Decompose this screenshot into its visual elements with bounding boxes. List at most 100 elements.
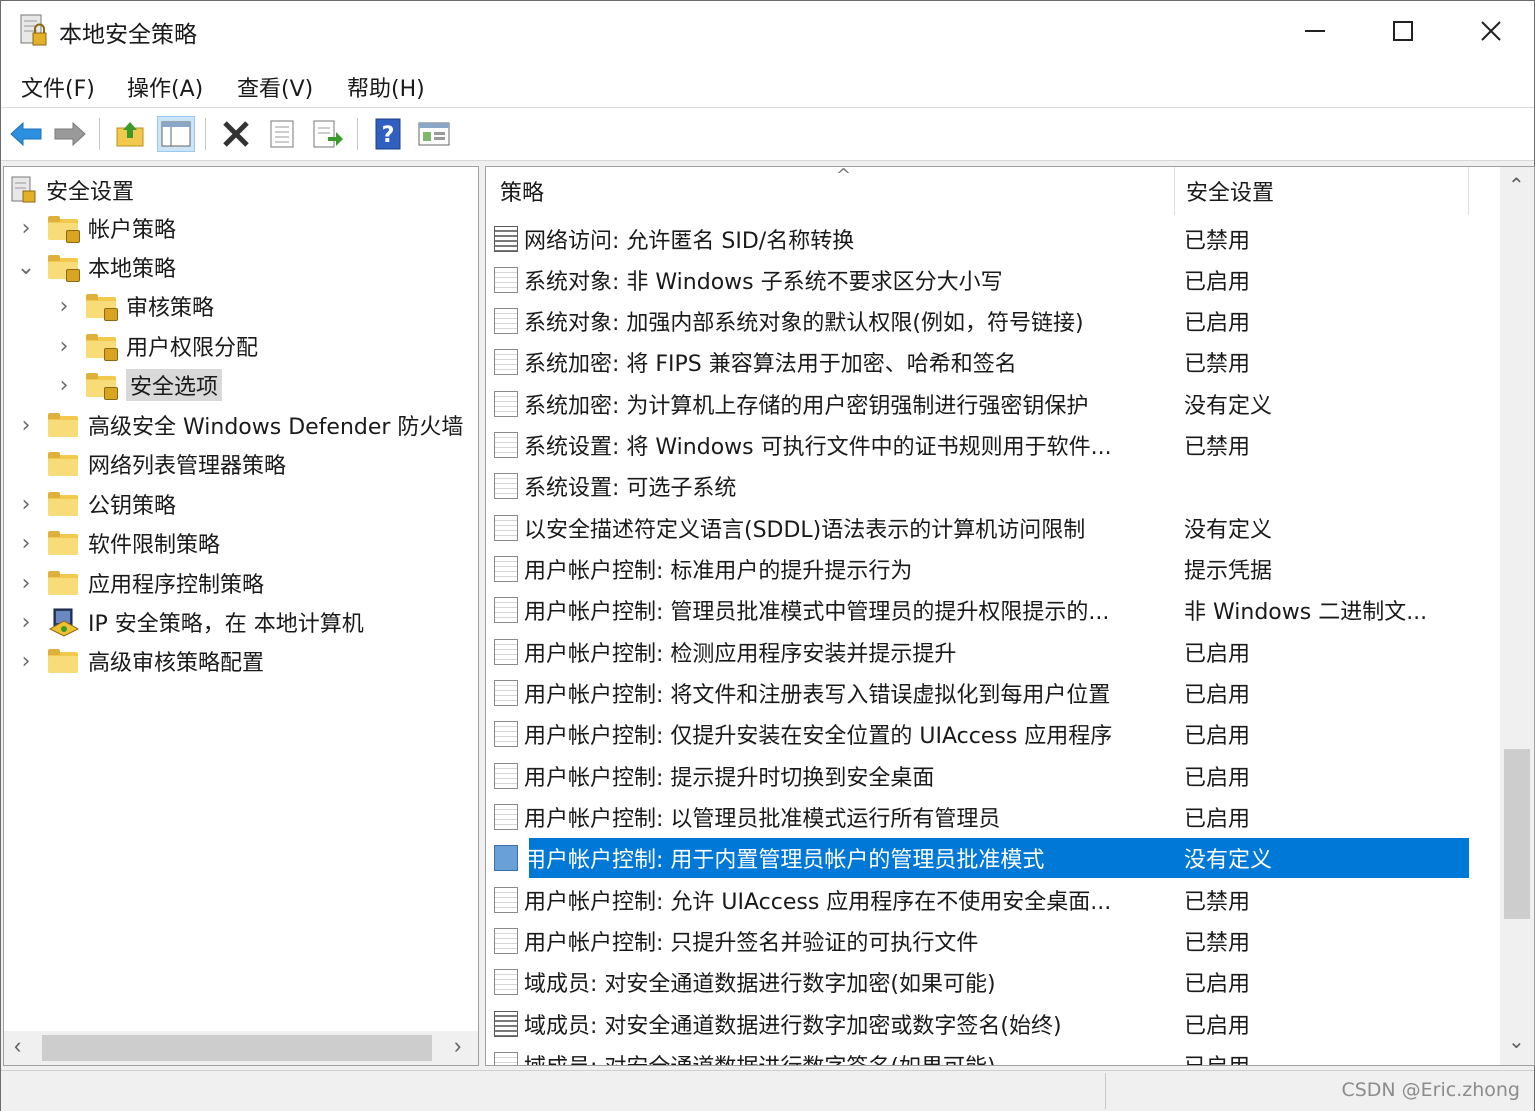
tree-item-security-options[interactable]: › 安全选项	[52, 366, 223, 404]
table-row[interactable]: 用户帐户控制: 管理员批准模式中管理员的提升权限提示的... 非 Windows …	[494, 590, 1469, 630]
tree-label: 高级安全 Windows Defender 防火墙	[88, 415, 464, 440]
policy-icon	[494, 928, 518, 954]
help-icon[interactable]: ?	[369, 116, 407, 152]
policy-icon	[494, 969, 518, 995]
status-bar: CSDN @Eric.zhong	[1, 1070, 1534, 1111]
chevron-right-icon[interactable]: ›	[14, 413, 38, 438]
chevron-right-icon[interactable]: ›	[14, 610, 38, 635]
menu-action[interactable]: 操作(A)	[125, 69, 205, 105]
chevron-right-icon[interactable]: ›	[52, 334, 76, 359]
table-row[interactable]: 用户帐户控制: 检测应用程序安装并提示提升 已启用	[494, 632, 1469, 672]
tree-root-security-settings[interactable]: 安全设置	[10, 171, 134, 209]
close-button[interactable]	[1447, 1, 1535, 61]
policy-icon	[494, 432, 518, 458]
chevron-right-icon[interactable]: ›	[52, 373, 76, 398]
column-divider[interactable]	[1468, 167, 1469, 215]
up-folder-icon[interactable]	[111, 116, 149, 152]
policy-icon	[494, 887, 518, 913]
scroll-up-arrow-icon[interactable]: ⌃	[1508, 173, 1525, 198]
minimize-button[interactable]	[1271, 1, 1359, 61]
security-policy-app-icon	[19, 13, 49, 49]
tree-item-advanced-audit-policy[interactable]: › 高级审核策略配置	[14, 642, 264, 680]
table-row[interactable]: 系统对象: 非 Windows 子系统不要求区分大小写 已启用	[494, 260, 1469, 300]
ip-security-icon	[48, 608, 80, 637]
scroll-left-arrow-icon[interactable]: ‹	[14, 1033, 21, 1059]
table-row[interactable]: 系统对象: 加强内部系统对象的默认权限(例如，符号链接) 已启用	[494, 301, 1469, 341]
tree-item-software-restriction[interactable]: › 软件限制策略	[14, 524, 220, 562]
scrollbar-thumb[interactable]	[42, 1035, 432, 1061]
table-row[interactable]: 用户帐户控制: 标准用户的提升提示行为 提示凭据	[494, 549, 1469, 589]
table-row-selected[interactable]: 用户帐户控制: 用于内置管理员帐户的管理员批准模式 没有定义	[494, 838, 1469, 878]
table-row[interactable]: 域成员: 对安全通道数据进行数字签名(如果可能)已启用	[494, 1045, 1469, 1065]
scrollbar-thumb[interactable]	[1504, 749, 1530, 919]
table-row[interactable]: 系统设置: 将 Windows 可执行文件中的证书规则用于软件... 已禁用	[494, 425, 1469, 465]
tree-horizontal-scrollbar[interactable]: ‹ ›	[4, 1031, 478, 1065]
column-header-setting[interactable]: 安全设置	[1186, 167, 1466, 215]
menu-view[interactable]: 查看(V)	[235, 69, 315, 105]
sort-ascending-icon: ^	[836, 166, 852, 186]
table-row[interactable]: 用户帐户控制: 提示提升时切换到安全桌面 已启用	[494, 756, 1469, 796]
chevron-down-icon[interactable]: ⌄	[14, 255, 38, 280]
tree-label: 本地策略	[88, 257, 177, 282]
table-row[interactable]: 系统加密: 将 FIPS 兼容算法用于加密、哈希和签名 已禁用	[494, 342, 1469, 382]
status-divider	[1105, 1073, 1106, 1109]
list-vertical-scrollbar[interactable]: ⌃ ⌄	[1500, 167, 1534, 1065]
folder-icon	[48, 531, 78, 555]
table-row[interactable]: 用户帐户控制: 以管理员批准模式运行所有管理员 已启用	[494, 797, 1469, 837]
tree-label: 安全设置	[46, 180, 135, 205]
tree-item-user-rights-assignment[interactable]: › 用户权限分配	[52, 327, 258, 365]
toolbar-separator	[99, 118, 100, 150]
export-list-icon[interactable]	[309, 116, 347, 152]
watermark: CSDN @Eric.zhong	[1341, 1079, 1520, 1101]
tree-item-ip-security-policies[interactable]: › IP 安全策略，在 本地计算机	[14, 603, 364, 641]
table-row[interactable]: 用户帐户控制: 将文件和注册表写入错误虚拟化到每用户位置 已启用	[494, 673, 1469, 713]
table-row[interactable]: 域成员: 对安全通道数据进行数字加密(如果可能) 已启用	[494, 962, 1469, 1002]
chevron-right-icon[interactable]: ›	[14, 571, 38, 596]
tree-item-audit-policy[interactable]: › 审核策略	[52, 287, 214, 325]
table-row[interactable]: 网络访问: 允许匿名 SID/名称转换 已禁用	[494, 219, 1469, 259]
mmc-view-icon[interactable]	[415, 116, 453, 152]
tree-item-application-control[interactable]: › 应用程序控制策略	[14, 564, 264, 602]
table-row[interactable]: 以安全描述符定义语言(SDDL)语法表示的计算机访问限制 没有定义	[494, 508, 1469, 548]
chevron-right-icon[interactable]: ›	[14, 531, 38, 556]
policy-icon	[494, 845, 518, 871]
table-row[interactable]: 域成员: 对安全通道数据进行数字加密或数字签名(始终) 已启用	[494, 1004, 1469, 1044]
tree-label: 公钥策略	[88, 494, 177, 519]
properties-icon[interactable]	[263, 116, 301, 152]
table-row[interactable]: 系统设置: 可选子系统	[494, 466, 1469, 506]
tree-item-account-policies[interactable]: › 帐户策略	[14, 209, 176, 247]
tree-label: 网络列表管理器策略	[88, 454, 287, 479]
back-icon[interactable]	[7, 116, 45, 152]
tree-item-public-key-policies[interactable]: › 公钥策略	[14, 485, 176, 523]
policy-icon	[494, 721, 518, 747]
menu-help[interactable]: 帮助(H)	[345, 69, 427, 105]
menu-file[interactable]: 文件(F)	[19, 69, 97, 105]
tree-label: 用户权限分配	[126, 336, 259, 361]
tree-item-local-policies[interactable]: ⌄ 本地策略	[14, 248, 176, 286]
locked-folder-icon	[48, 255, 80, 282]
table-row[interactable]: 用户帐户控制: 仅提升安装在安全位置的 UIAccess 应用程序 已启用	[494, 714, 1469, 754]
policy-icon	[494, 556, 518, 582]
column-header-policy[interactable]: 策略 ^	[500, 167, 1170, 215]
maximize-button[interactable]	[1359, 1, 1447, 61]
scroll-right-arrow-icon[interactable]: ›	[454, 1033, 461, 1059]
delete-icon[interactable]	[217, 116, 255, 152]
chevron-right-icon[interactable]: ›	[52, 294, 76, 319]
column-divider[interactable]	[1174, 167, 1175, 215]
table-row[interactable]: 系统加密: 为计算机上存储的用户密钥强制进行强密钥保护 没有定义	[494, 384, 1469, 424]
table-row[interactable]: 用户帐户控制: 只提升签名并验证的可执行文件 已禁用	[494, 921, 1469, 961]
forward-icon[interactable]	[51, 116, 89, 152]
tree-item-network-list-manager[interactable]: 网络列表管理器策略	[14, 445, 286, 483]
scroll-down-arrow-icon[interactable]: ⌄	[1508, 1029, 1525, 1054]
console-tree-pane: 安全设置 › 帐户策略 ⌄ 本地策略 › 审核策略 › 用户权限分配 › 安全选…	[3, 166, 479, 1066]
folder-icon	[48, 413, 78, 437]
folder-icon	[48, 452, 78, 476]
chevron-right-icon[interactable]: ›	[14, 492, 38, 517]
show-hide-tree-icon[interactable]	[157, 116, 195, 152]
tree-item-windows-defender-firewall[interactable]: › 高级安全 Windows Defender 防火墙	[14, 406, 464, 444]
tree-label: IP 安全策略，在 本地计算机	[88, 612, 364, 637]
toolbar: ?	[1, 108, 1534, 161]
chevron-right-icon[interactable]: ›	[14, 216, 38, 241]
table-row[interactable]: 用户帐户控制: 允许 UIAccess 应用程序在不使用安全桌面... 已禁用	[494, 880, 1469, 920]
chevron-right-icon[interactable]: ›	[14, 649, 38, 674]
